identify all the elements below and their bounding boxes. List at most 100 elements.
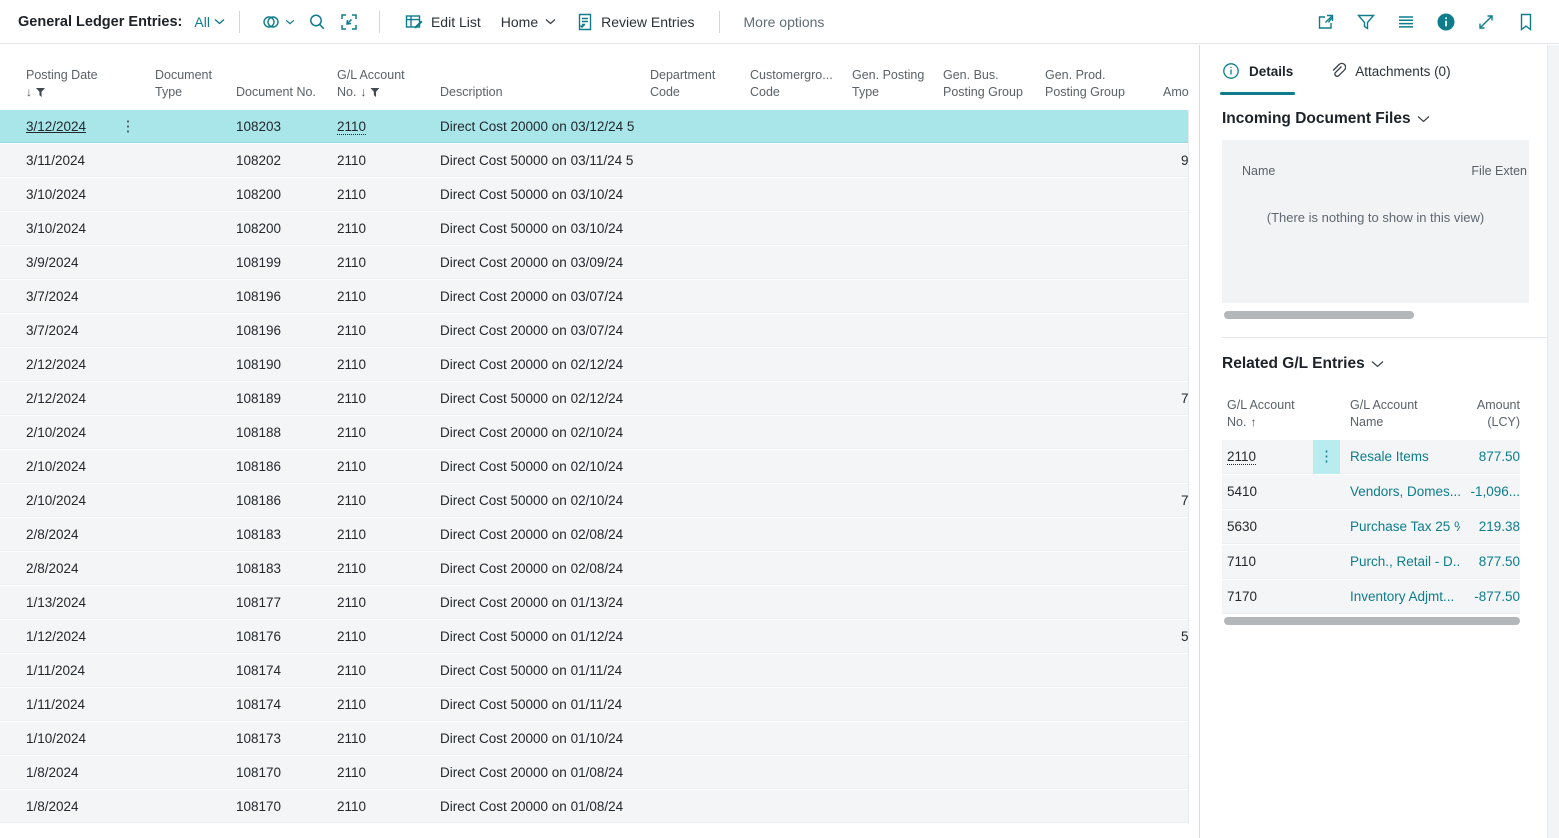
cell-posting-date[interactable]: 1/11/2024 bbox=[26, 688, 126, 721]
cell-posting-date[interactable]: 3/9/2024 bbox=[26, 246, 126, 279]
column-header-customergroup-code[interactable]: Customergro...Code bbox=[750, 67, 848, 101]
cell-document-no[interactable]: 108177 bbox=[236, 586, 328, 619]
related-gl-entries-heading[interactable]: Related G/L Entries bbox=[1222, 355, 1384, 373]
tab-attachments[interactable]: Attachments (0) bbox=[1329, 45, 1450, 97]
cell-gl-account-no[interactable]: 2110 bbox=[337, 314, 432, 347]
cell-posting-date[interactable]: 3/12/2024 bbox=[26, 110, 126, 143]
cell-posting-date[interactable]: 3/11/2024 bbox=[26, 144, 126, 177]
cell-amount-lcy[interactable]: -877.50 bbox=[1402, 580, 1520, 614]
cell-posting-date[interactable]: 2/10/2024 bbox=[26, 416, 126, 449]
column-header-gen-posting-type[interactable]: Gen. PostingType bbox=[852, 67, 940, 101]
table-row[interactable]: 1/8/20241081702110Direct Cost 20000 on 0… bbox=[0, 756, 1188, 790]
cell-gl-account-no[interactable]: 2110 bbox=[337, 756, 432, 789]
vertical-scrollbar[interactable] bbox=[1547, 45, 1559, 838]
expand-button[interactable] bbox=[1471, 11, 1501, 33]
cell-description[interactable]: Direct Cost 50000 on 03/10/24 bbox=[440, 178, 650, 211]
table-row[interactable]: 3/9/20241081992110Direct Cost 20000 on 0… bbox=[0, 246, 1188, 280]
bookmark-button[interactable] bbox=[1511, 11, 1541, 33]
cell-gl-account-no[interactable]: 2110 bbox=[337, 178, 432, 211]
cell-gl-account-no[interactable]: 2110 bbox=[337, 586, 432, 619]
cell-document-no[interactable]: 108196 bbox=[236, 314, 328, 347]
filter-button[interactable] bbox=[1351, 11, 1381, 33]
cell-description[interactable]: Direct Cost 20000 on 03/07/24 bbox=[440, 314, 650, 347]
search-button[interactable] bbox=[301, 12, 333, 32]
cell-gl-account-no[interactable]: 2110 bbox=[337, 620, 432, 653]
cell-amount-partial[interactable]: 5 bbox=[1181, 620, 1189, 653]
cell-document-no[interactable]: 108199 bbox=[236, 246, 328, 279]
table-row[interactable]: 3/10/20241082002110Direct Cost 50000 on … bbox=[0, 178, 1188, 212]
cell-description[interactable]: Direct Cost 20000 on 01/08/24 bbox=[440, 756, 650, 789]
cell-description[interactable]: Direct Cost 20000 on 03/09/24 bbox=[440, 246, 650, 279]
table-row[interactable]: 3/7/20241081962110Direct Cost 20000 on 0… bbox=[0, 314, 1188, 348]
table-row[interactable]: 3/10/20241082002110Direct Cost 50000 on … bbox=[0, 212, 1188, 246]
cell-document-no[interactable]: 108202 bbox=[236, 144, 328, 177]
cell-posting-date[interactable]: 3/7/2024 bbox=[26, 280, 126, 313]
cell-gl-account-no[interactable]: 2110 bbox=[337, 790, 432, 823]
row-ellipsis-icon[interactable]: ⋮ bbox=[118, 110, 138, 143]
cell-document-no[interactable]: 108174 bbox=[236, 654, 328, 687]
more-options-button[interactable]: More options bbox=[734, 14, 835, 30]
cell-posting-date[interactable]: 2/10/2024 bbox=[26, 450, 126, 483]
views-button[interactable] bbox=[254, 12, 301, 32]
cell-amount-lcy[interactable]: 877.50 bbox=[1402, 440, 1520, 474]
column-header-file-extension[interactable]: File Exten bbox=[1471, 164, 1527, 178]
cell-document-no[interactable]: 108170 bbox=[236, 790, 328, 823]
cell-posting-date[interactable]: 1/8/2024 bbox=[26, 790, 126, 823]
cell-gl-account-no[interactable]: 2110 bbox=[337, 518, 432, 551]
cell-gl-account-no[interactable]: 5410 bbox=[1227, 475, 1322, 509]
column-header-document-no[interactable]: Document No. bbox=[236, 84, 328, 101]
related-entry-row[interactable]: 5630Purchase Tax 25 %219.38 bbox=[1222, 510, 1520, 545]
cell-description[interactable]: Direct Cost 20000 on 01/13/24 bbox=[440, 586, 650, 619]
cell-posting-date[interactable]: 1/10/2024 bbox=[26, 722, 126, 755]
analysis-mode-button[interactable] bbox=[333, 12, 365, 32]
cell-description[interactable]: Direct Cost 50000 on 02/10/24 bbox=[440, 484, 650, 517]
review-entries-button[interactable]: Review Entries bbox=[566, 12, 704, 32]
table-row[interactable]: 3/12/2024⋮1082032110Direct Cost 20000 on… bbox=[0, 110, 1188, 144]
column-header-gl-account-no[interactable]: G/L AccountNo.↑ bbox=[1227, 397, 1322, 431]
cell-description[interactable]: Direct Cost 20000 on 03/07/24 bbox=[440, 280, 650, 313]
cell-description[interactable]: Direct Cost 50000 on 01/11/24 bbox=[440, 654, 650, 687]
cell-description[interactable]: Direct Cost 20000 on 01/08/24 bbox=[440, 790, 650, 823]
cell-gl-account-no[interactable]: 2110 bbox=[337, 144, 432, 177]
cell-amount-partial[interactable]: 9 bbox=[1181, 144, 1189, 177]
cell-document-no[interactable]: 108173 bbox=[236, 722, 328, 755]
table-row[interactable]: 2/8/20241081832110Direct Cost 20000 on 0… bbox=[0, 552, 1188, 586]
column-header-gen-bus-posting-group[interactable]: Gen. Bus.Posting Group bbox=[943, 67, 1041, 101]
column-header-gen-prod-posting-group[interactable]: Gen. Prod.Posting Group bbox=[1045, 67, 1160, 101]
share-button[interactable] bbox=[1311, 11, 1341, 33]
cell-description[interactable]: Direct Cost 50000 on 02/12/24 bbox=[440, 382, 650, 415]
cell-description[interactable]: Direct Cost 20000 on 01/10/24 bbox=[440, 722, 650, 755]
column-header-name[interactable]: Name bbox=[1242, 164, 1275, 178]
cell-description[interactable]: Direct Cost 20000 on 02/08/24 bbox=[440, 552, 650, 585]
cell-posting-date[interactable]: 2/12/2024 bbox=[26, 382, 126, 415]
row-ellipsis-icon[interactable]: ⋮ bbox=[1313, 440, 1340, 474]
cell-gl-account-no[interactable]: 2110 bbox=[337, 722, 432, 755]
cell-document-no[interactable]: 108203 bbox=[236, 110, 328, 143]
cell-amount-lcy[interactable]: 219.38 bbox=[1402, 510, 1520, 544]
column-header-amount-lcy[interactable]: Amount(LCY) bbox=[1402, 397, 1520, 431]
related-entry-row[interactable]: 7110Purch., Retail - D...877.50 bbox=[1222, 545, 1520, 580]
cell-description[interactable]: Direct Cost 20000 on 02/12/24 bbox=[440, 348, 650, 381]
column-header-department-code[interactable]: DepartmentCode bbox=[650, 67, 745, 101]
table-row[interactable]: 1/10/2024 108173 2110Direct Cost 20000 on … bbox=[0, 722, 1188, 756]
cell-gl-account-no[interactable]: 2110 bbox=[337, 212, 432, 245]
column-header-posting-date[interactable]: Posting Date↓ bbox=[26, 67, 126, 101]
cell-document-no[interactable]: 108189 bbox=[236, 382, 328, 415]
info-button[interactable] bbox=[1431, 11, 1461, 33]
tab-details[interactable]: Details bbox=[1222, 45, 1293, 97]
cell-posting-date[interactable]: 2/8/2024 bbox=[26, 518, 126, 551]
cell-gl-account-no[interactable]: 2110 bbox=[337, 450, 432, 483]
cell-posting-date[interactable]: 1/8/2024 bbox=[26, 756, 126, 789]
cell-amount-partial[interactable]: 7 bbox=[1181, 382, 1189, 415]
table-row[interactable]: 1/11/20241081742110Direct Cost 50000 on … bbox=[0, 654, 1188, 688]
cell-document-no[interactable]: 108183 bbox=[236, 552, 328, 585]
table-row[interactable]: 2/12/20241081902110Direct Cost 20000 on … bbox=[0, 348, 1188, 382]
cell-posting-date[interactable]: 1/13/2024 bbox=[26, 586, 126, 619]
cell-document-no[interactable]: 108190 bbox=[236, 348, 328, 381]
cell-posting-date[interactable]: 2/12/2024 bbox=[26, 348, 126, 381]
show-list-button[interactable] bbox=[1391, 11, 1421, 33]
cell-document-no[interactable]: 108188 bbox=[236, 416, 328, 449]
cell-amount-partial[interactable]: 7 bbox=[1181, 484, 1189, 517]
cell-description[interactable]: Direct Cost 20000 on 02/08/24 bbox=[440, 518, 650, 551]
cell-description[interactable]: Direct Cost 20000 on 03/12/24 5 bbox=[440, 110, 650, 143]
